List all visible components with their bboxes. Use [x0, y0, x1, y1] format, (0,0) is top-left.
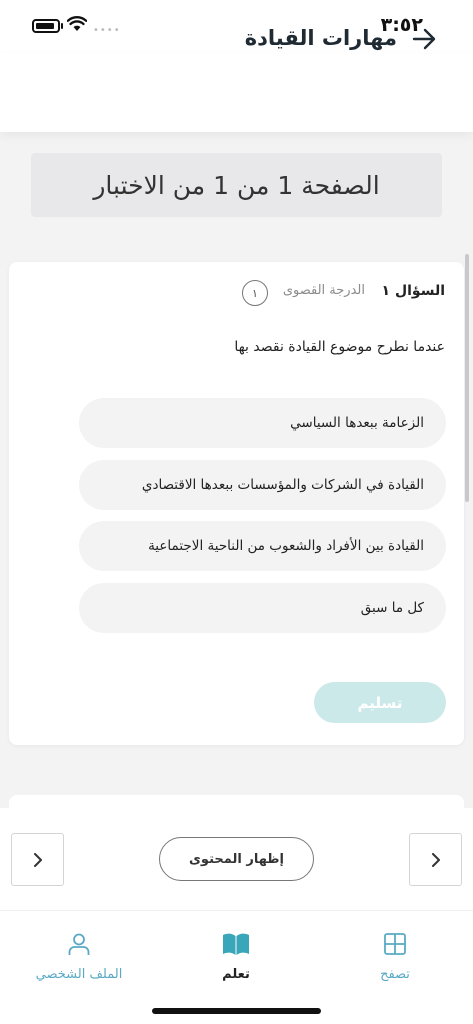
answer-option[interactable]: كل ما سبق — [79, 583, 446, 633]
profile-icon — [65, 930, 93, 958]
wifi-icon — [67, 16, 87, 31]
next-button[interactable] — [409, 833, 462, 886]
page-title: مهارات القيادة — [244, 26, 397, 50]
chevron-right-icon — [431, 852, 440, 867]
show-content-button[interactable]: إظهار المحتوى — [159, 837, 314, 881]
answer-option[interactable]: الزعامة ببعدها السياسي — [79, 398, 446, 448]
tab-label: تصفح — [380, 967, 410, 982]
tab-browse[interactable]: تصفح — [330, 930, 460, 982]
back-arrow-icon[interactable] — [411, 26, 437, 52]
cellular-signal-icon: •••• — [93, 25, 121, 36]
battery-icon — [32, 19, 60, 33]
home-indicator — [152, 1008, 321, 1014]
question-label: السؤال ١ — [381, 283, 445, 299]
tab-learn[interactable]: تعلم — [171, 930, 301, 982]
answer-option[interactable]: القيادة في الشركات والمؤسسات ببعدها الاق… — [79, 460, 446, 510]
tab-label: الملف الشخصي — [35, 967, 123, 982]
question-text: عندما نطرح موضوع القيادة نقصد بها — [234, 339, 445, 355]
previous-button[interactable] — [11, 833, 64, 886]
app-header — [0, 54, 473, 132]
battery-nub — [61, 23, 63, 29]
grid-icon — [381, 930, 409, 958]
answer-option[interactable]: القيادة بين الأفراد والشعوب من الناحية ا… — [79, 521, 446, 571]
submit-button[interactable]: تسليم — [314, 682, 446, 723]
scrollbar[interactable] — [465, 254, 469, 502]
book-icon — [222, 930, 250, 958]
page-indicator: الصفحة 1 من 1 من الاختبار — [31, 153, 442, 217]
tab-label: تعلم — [222, 967, 250, 982]
chevron-right-icon — [33, 852, 42, 867]
tab-profile[interactable]: الملف الشخصي — [14, 930, 144, 982]
max-grade-label: الدرجة القصوى — [282, 283, 365, 298]
max-grade-badge: ١ — [242, 280, 268, 306]
